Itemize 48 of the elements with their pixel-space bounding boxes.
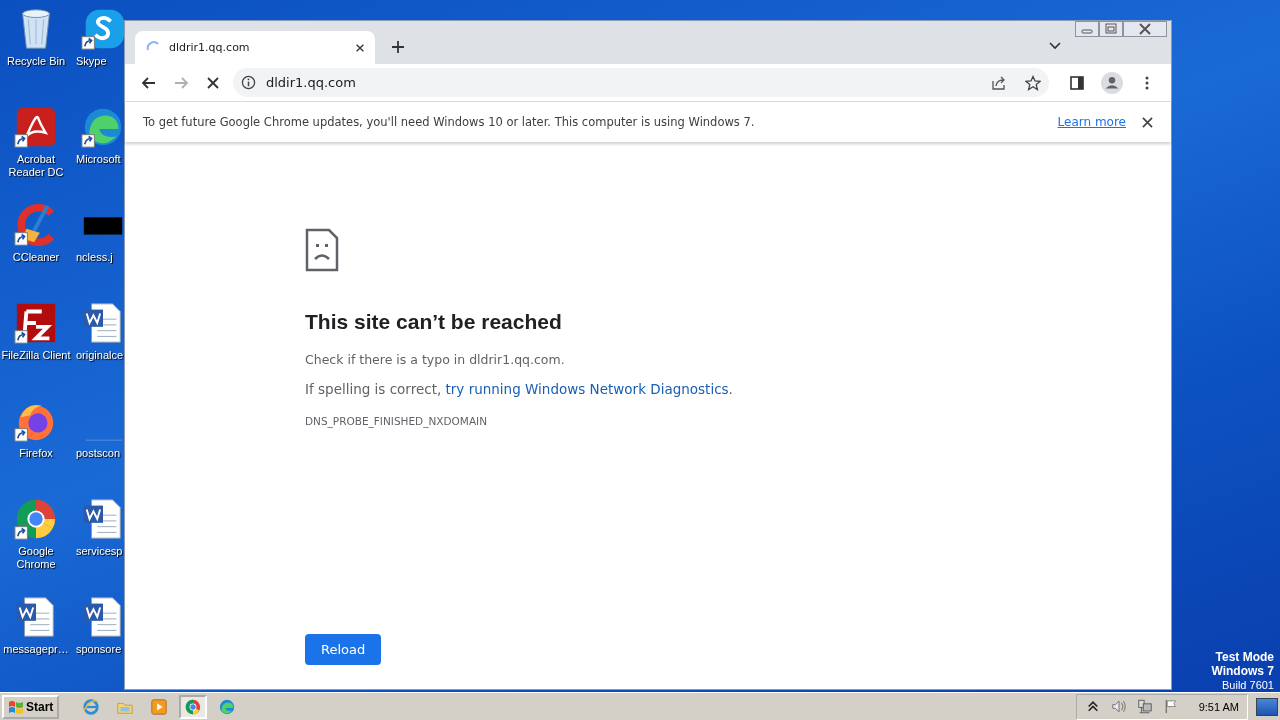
desktop-icon-label[interactable]: sponsore — [76, 643, 122, 656]
error-heading: This site can’t be reached — [305, 310, 562, 334]
start-button[interactable]: Start — [2, 694, 60, 719]
test-mode-text: Build 7601 — [1222, 678, 1274, 692]
windows-logo-icon — [8, 698, 24, 715]
infobar-message: To get future Google Chrome updates, you'll need Windows 10 or later. This computer is using Windows 7. — [143, 115, 755, 129]
close-tab-icon[interactable] — [355, 42, 365, 53]
error-suggestion: If spelling is correct, try running Windows Network Diagnostics. — [305, 381, 733, 397]
learn-more-link[interactable]: Learn more — [1057, 115, 1126, 129]
error-code: DNS_PROBE_FINISHED_NXDOMAIN — [305, 415, 488, 427]
desktop-icon-label[interactable]: originalce — [76, 349, 124, 362]
close-icon[interactable] — [1142, 116, 1153, 128]
desktop-icon-label[interactable]: Google Chrome — [1, 545, 71, 571]
desktop-icon-label[interactable]: CCleaner — [1, 251, 71, 264]
show-desktop-button[interactable] — [1256, 697, 1278, 716]
desktop-icon-label[interactable]: Acrobat Reader DC — [1, 153, 71, 179]
browser-tab[interactable]: dldrir1.qq.com — [135, 31, 375, 64]
speaker-icon[interactable] — [1110, 699, 1127, 714]
desktop-icon-label[interactable]: ncless.j — [76, 251, 113, 264]
maximize-button[interactable] — [1099, 21, 1123, 37]
clock[interactable]: 9:51 AM — [1198, 700, 1239, 713]
network-icon[interactable] — [1136, 699, 1153, 714]
bookmark-star-icon[interactable] — [1025, 74, 1041, 91]
info-icon[interactable] — [241, 75, 256, 90]
error-message: Check if there is a typo in dldrir1.qq.com. — [305, 352, 565, 367]
desktop-icon-label[interactable]: Firefox — [1, 447, 71, 460]
address-bar[interactable]: dldir1.qq.com — [233, 68, 1049, 97]
desktop-icon-label[interactable]: servicesp — [76, 545, 123, 558]
desktop-icon-label[interactable]: Recycle Bin — [1, 55, 71, 68]
stop-loading-icon[interactable] — [205, 74, 221, 91]
profile-avatar-icon[interactable] — [1101, 71, 1123, 94]
desktop-icon-label[interactable]: postscon — [76, 447, 121, 460]
sad-page-icon — [305, 228, 339, 272]
diagnostics-link[interactable]: try running Windows Network Diagnostics — [445, 381, 729, 397]
test-mode-text: Windows 7 — [1211, 664, 1274, 678]
desktop-icon-label[interactable]: messagepr… — [1, 643, 71, 656]
close-window-button[interactable] — [1123, 21, 1167, 37]
desktop-icon-label[interactable]: FileZilla Client — [1, 349, 71, 362]
share-icon[interactable] — [991, 74, 1007, 91]
back-arrow-icon[interactable] — [141, 74, 157, 91]
desktop-icon-label[interactable]: Microsoft — [76, 153, 121, 166]
reload-button[interactable]: Reload — [305, 634, 382, 665]
desktop-icon-label[interactable]: Skype — [76, 55, 107, 68]
test-mode-text: Test Mode — [1215, 650, 1274, 664]
chevron-down-icon[interactable] — [1049, 42, 1061, 50]
chrome-taskbar-icon[interactable] — [179, 694, 208, 719]
side-panel-icon[interactable] — [1069, 74, 1085, 91]
new-tab-icon[interactable] — [391, 40, 405, 54]
